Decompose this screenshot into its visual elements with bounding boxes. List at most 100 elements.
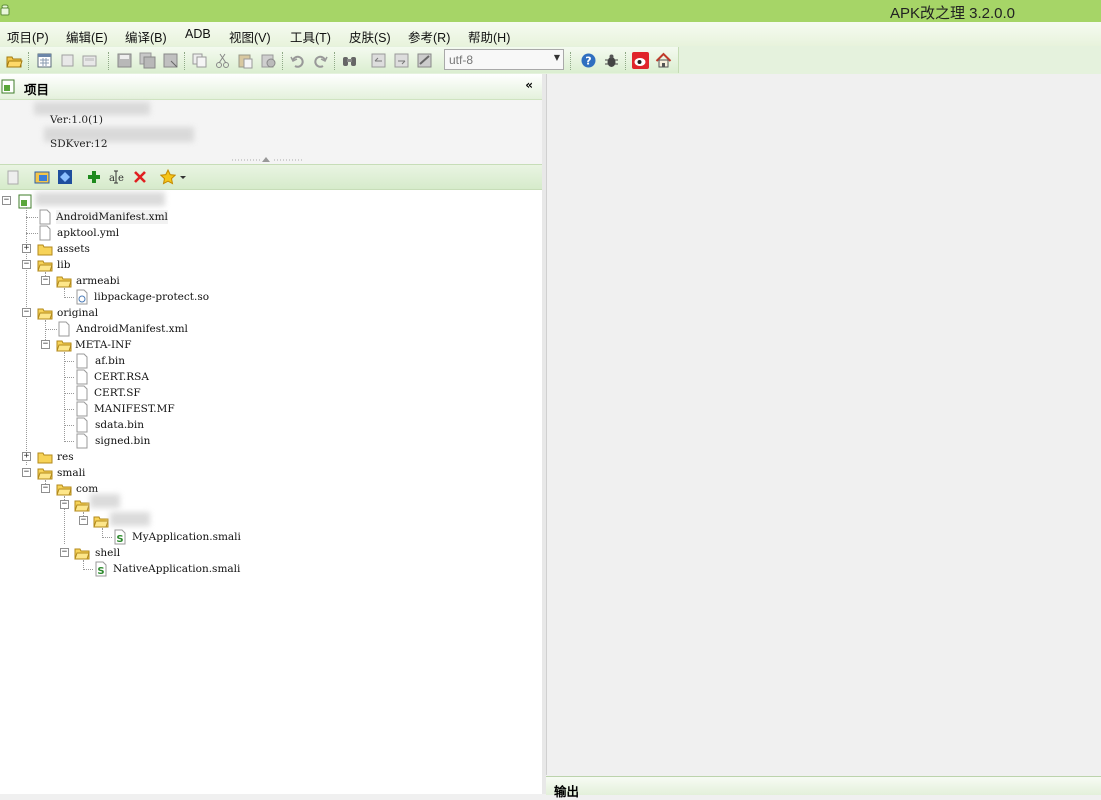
menu-tools[interactable]: 工具(T)	[290, 27, 331, 46]
paste-icon[interactable]	[237, 52, 254, 69]
tree-node[interactable]: AndroidManifest.xml	[76, 322, 188, 336]
delete-icon[interactable]	[132, 169, 148, 185]
tree-collapse-toggle[interactable]: −	[41, 276, 50, 285]
output-panel-title: 输出	[554, 785, 580, 799]
page-icon[interactable]	[5, 169, 21, 185]
tree-node[interactable]: signed.bin	[95, 434, 150, 448]
shared-library-icon	[76, 289, 88, 305]
svg-text:e: e	[118, 173, 124, 184]
find-prev-icon[interactable]	[370, 52, 387, 69]
menu-reference[interactable]: 参考(R)	[408, 27, 450, 46]
splitter-grip[interactable]	[232, 156, 304, 163]
tree-node[interactable]: original	[57, 306, 98, 320]
weibo-icon[interactable]	[632, 52, 649, 69]
tree-node[interactable]: af.bin	[95, 354, 125, 368]
output-panel-header: 输出	[546, 776, 1101, 799]
save-icon[interactable]	[116, 52, 133, 69]
menu-view[interactable]: 视图(V)	[229, 27, 271, 46]
dropdown-arrow-icon[interactable]	[179, 169, 187, 185]
tree-node[interactable]: sdata.bin	[95, 418, 144, 432]
tree-node[interactable]: shell	[95, 546, 120, 560]
tree-node[interactable]: apktool.yml	[57, 226, 119, 240]
collapse-panel-button[interactable]: «	[525, 78, 533, 92]
folder-open-icon[interactable]	[34, 169, 50, 185]
copy-icon[interactable]	[191, 52, 208, 69]
menu-bar: 项目(P) 编辑(E) 编译(B) ADB 视图(V) 工具(T) 皮肤(S) …	[0, 22, 1101, 46]
svg-text:S: S	[116, 534, 123, 545]
tree-node[interactable]: libpackage-protect.so	[94, 290, 209, 304]
cut-icon[interactable]	[214, 52, 231, 69]
refresh-icon[interactable]	[57, 169, 73, 185]
toolbar-separator	[282, 52, 284, 70]
redacted-package-folder	[90, 494, 120, 508]
open-folder-icon[interactable]	[6, 52, 23, 69]
tree-node[interactable]: res	[57, 450, 74, 464]
tree-node[interactable]: META-INF	[75, 338, 132, 352]
tree-node[interactable]: AndroidManifest.xml	[56, 210, 168, 224]
bug-icon[interactable]	[603, 52, 620, 69]
tree-node[interactable]: smali	[57, 466, 85, 480]
rename-icon[interactable]: ae	[109, 169, 125, 185]
tree-collapse-toggle[interactable]: −	[79, 516, 88, 525]
encoding-select[interactable]: utf-8 ▼	[444, 49, 564, 70]
file-icon	[39, 209, 51, 225]
toolbar-separator	[625, 52, 627, 70]
menu-help[interactable]: 帮助(H)	[468, 27, 510, 46]
tree-node[interactable]: CERT.SF	[94, 386, 141, 400]
menu-adb[interactable]: ADB	[185, 27, 211, 41]
menu-project[interactable]: 项目(P)	[7, 27, 49, 46]
save-all-icon[interactable]	[139, 52, 156, 69]
svg-text:?: ?	[585, 55, 591, 68]
home-icon[interactable]	[655, 52, 672, 69]
paste-special-icon[interactable]	[260, 52, 277, 69]
window-title: APK改之理 3.2.0.0	[889, 5, 1015, 22]
undo-icon[interactable]	[289, 52, 306, 69]
calendar-icon[interactable]	[36, 52, 53, 69]
toolbar-separator	[334, 52, 336, 70]
tree-collapse-toggle[interactable]: −	[22, 468, 31, 477]
tree-collapse-toggle[interactable]: −	[2, 196, 11, 205]
tree-collapse-toggle[interactable]: −	[22, 308, 31, 317]
file-icon	[58, 321, 70, 337]
tree-collapse-toggle[interactable]: −	[60, 500, 69, 509]
tree-expand-toggle[interactable]: +	[22, 244, 31, 253]
tree-node[interactable]: NativeApplication.smali	[113, 562, 240, 576]
tree-node[interactable]: CERT.RSA	[94, 370, 149, 384]
window-icon[interactable]	[81, 52, 98, 69]
folder-open-icon	[74, 500, 90, 512]
tree-node[interactable]: MANIFEST.MF	[94, 402, 175, 416]
tree-collapse-toggle[interactable]: −	[22, 260, 31, 269]
tree-collapse-toggle[interactable]: −	[41, 340, 50, 349]
panel-title: 项目	[24, 83, 50, 97]
find-next-icon[interactable]	[393, 52, 410, 69]
menu-edit[interactable]: 编辑(E)	[66, 27, 108, 46]
redo-icon[interactable]	[312, 52, 329, 69]
menu-skin[interactable]: 皮肤(S)	[349, 27, 391, 46]
tree-collapse-toggle[interactable]: −	[60, 548, 69, 557]
tree-node[interactable]: MyApplication.smali	[132, 530, 241, 544]
chevron-down-icon[interactable]: ▼	[554, 53, 560, 62]
star-icon[interactable]	[160, 169, 176, 185]
folder-open-icon	[37, 468, 53, 480]
file-icon	[76, 385, 88, 401]
add-icon[interactable]	[86, 169, 102, 185]
binoculars-icon[interactable]	[341, 52, 358, 69]
smali-file-icon: S	[114, 529, 126, 545]
tree-collapse-toggle[interactable]: −	[41, 484, 50, 493]
menu-build[interactable]: 编译(B)	[125, 27, 167, 46]
file-icon	[76, 353, 88, 369]
save-as-icon[interactable]	[162, 52, 179, 69]
help-icon[interactable]: ?	[580, 52, 597, 69]
replace-icon[interactable]	[416, 52, 433, 69]
tree-node[interactable]: armeabi	[76, 274, 120, 288]
folder-open-icon	[37, 308, 53, 320]
tree-node[interactable]: lib	[57, 258, 70, 272]
file-icon	[76, 417, 88, 433]
file-icon	[76, 369, 88, 385]
svg-text:a: a	[109, 173, 115, 184]
window-icon[interactable]	[59, 52, 76, 69]
tree-expand-toggle[interactable]: +	[22, 452, 31, 461]
apk-info-area: Ver:1.0(1) SDKver:12	[0, 100, 542, 164]
tree-node[interactable]: assets	[57, 242, 90, 256]
toolbar-separator	[570, 52, 572, 70]
